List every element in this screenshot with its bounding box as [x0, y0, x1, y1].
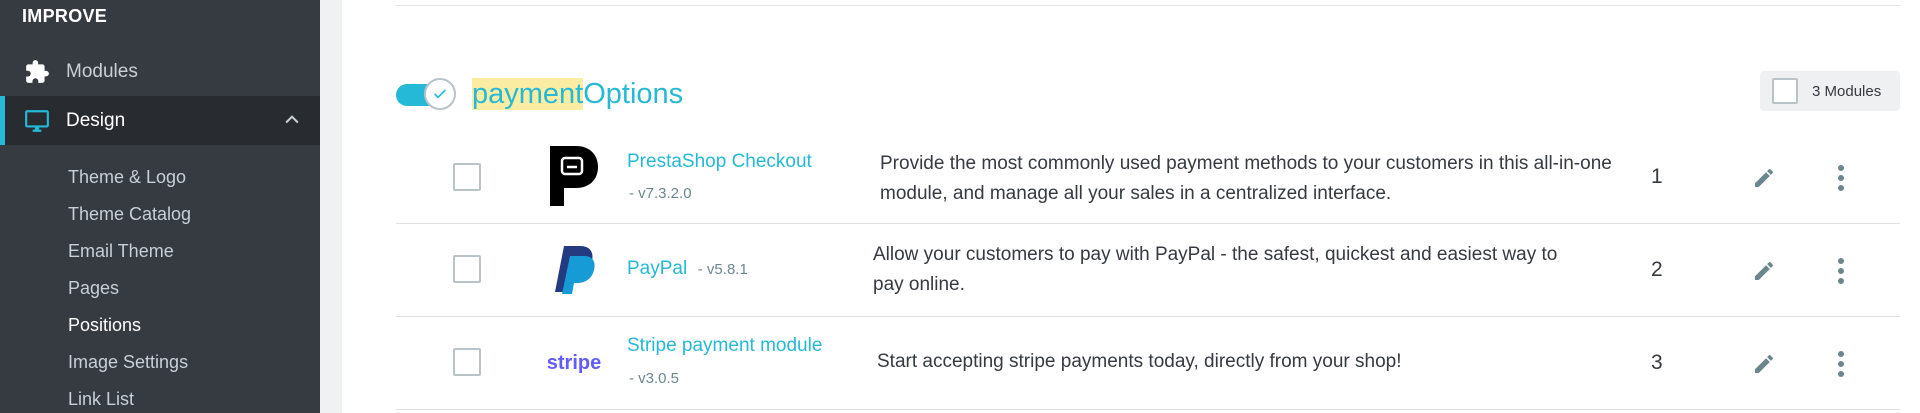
module-description: Allow your customers to pay with PayPal … [873, 244, 1558, 295]
module-checkbox[interactable] [453, 348, 481, 376]
module-checkbox[interactable] [453, 163, 481, 191]
module-version: - v5.8.1 [697, 261, 748, 278]
divider [396, 5, 1900, 6]
select-all-modules: 3 Modules [1760, 71, 1900, 111]
puzzle-icon [22, 57, 52, 87]
check-icon [424, 78, 456, 110]
module-row: PayPal - v5.8.1 Allow your customers to … [396, 224, 1900, 317]
module-position: 1 [1651, 165, 1663, 188]
module-name-link[interactable]: PayPal - v5.8.1 [627, 258, 748, 280]
select-all-checkbox[interactable] [1772, 78, 1798, 104]
sidebar-section-title: IMPROVE [22, 6, 108, 26]
sidebar-item-label: Modules [66, 60, 138, 82]
sidebar-sub-image-settings[interactable]: Image Settings [68, 352, 188, 373]
module-name[interactable]: PayPal [627, 258, 687, 279]
sidebar-sub-link-list[interactable]: Link List [68, 389, 134, 410]
module-row: PrestaShop Checkout - v7.3.2.0 Provide t… [396, 131, 1900, 224]
module-position: 2 [1651, 258, 1663, 281]
module-description: Provide the most commonly used payment m… [880, 153, 1612, 204]
module-name-link[interactable]: PrestaShop Checkout [627, 151, 812, 173]
sidebar: IMPROVE Modules Design Theme & Logo Them… [0, 0, 320, 413]
monitor-icon [22, 106, 52, 136]
module-name-link[interactable]: Stripe payment module [627, 335, 822, 357]
pencil-icon[interactable] [1749, 163, 1779, 193]
module-position: 3 [1651, 351, 1663, 374]
more-vertical-icon[interactable] [1826, 349, 1856, 379]
sidebar-item-label: Design [66, 109, 126, 131]
module-row: stripe Stripe payment module - v3.0.5 St… [396, 317, 1900, 410]
pencil-icon[interactable] [1749, 349, 1779, 379]
chevron-up-icon[interactable] [282, 110, 302, 135]
sidebar-item-modules[interactable]: Modules [0, 47, 320, 96]
sidebar-sub-email-theme[interactable]: Email Theme [68, 241, 174, 262]
pencil-icon[interactable] [1749, 256, 1779, 286]
hook-header: paymentOptions [396, 74, 683, 114]
content-gutter [320, 0, 342, 413]
more-vertical-icon[interactable] [1826, 256, 1856, 286]
search-highlight: payment [472, 77, 584, 110]
more-vertical-icon[interactable] [1826, 163, 1856, 193]
sidebar-sub-positions[interactable]: Positions [68, 315, 141, 336]
paypal-logo [544, 240, 604, 300]
prestashop-checkout-logo [544, 146, 604, 206]
module-description: Start accepting stripe payments today, d… [877, 351, 1402, 372]
hook-enable-toggle[interactable] [396, 78, 460, 110]
sidebar-sub-theme-logo[interactable]: Theme & Logo [68, 167, 186, 188]
stripe-logo: stripe [546, 351, 602, 374]
sidebar-sub-pages[interactable]: Pages [68, 278, 119, 299]
hook-title: paymentOptions [472, 77, 684, 111]
module-version: - v3.0.5 [629, 370, 680, 387]
module-version: - v7.3.2.0 [629, 185, 692, 202]
hook-title-rest: Options [583, 77, 684, 110]
module-checkbox[interactable] [453, 255, 481, 283]
module-count: 3 Modules [1812, 82, 1882, 100]
sidebar-sub-theme-catalog[interactable]: Theme Catalog [68, 204, 191, 225]
sidebar-item-design[interactable]: Design [0, 96, 320, 145]
